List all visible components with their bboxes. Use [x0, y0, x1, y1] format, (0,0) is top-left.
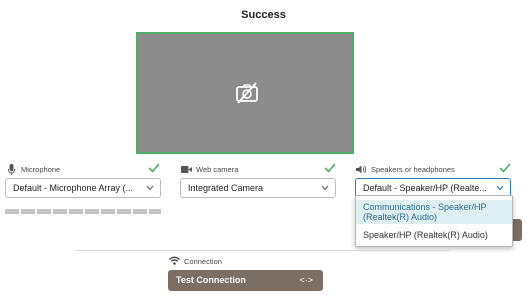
test-connection-label: Test Connection [176, 275, 246, 285]
video-camera-icon [181, 166, 192, 173]
chevron-down-icon [321, 185, 329, 191]
check-icon [148, 163, 160, 173]
webcam-label: Web camera [196, 165, 239, 174]
webcam-select[interactable]: Integrated Camera [180, 178, 336, 198]
microphone-select[interactable]: Default - Microphone Array (... [5, 178, 161, 198]
microphone-label: Microphone [21, 165, 61, 174]
connection-label: Connection [184, 257, 222, 266]
speaker-icon [356, 165, 367, 174]
webcam-select-value: Integrated Camera [188, 183, 264, 193]
speakers-option[interactable]: Communications - Speaker/HP (Realtek(R) … [356, 200, 512, 224]
microphone-icon [8, 164, 15, 175]
wifi-icon [169, 256, 180, 265]
code-arrows-icon: <·> [299, 275, 313, 285]
test-connection-button[interactable]: Test Connection <·> [168, 270, 323, 291]
divider [75, 250, 450, 251]
speakers-select-value: Default - Speaker/HP (Realte... [363, 183, 487, 193]
speakers-dropdown-list: Communications - Speaker/HP (Realtek(R) … [355, 195, 513, 247]
mic-level-meter [5, 209, 161, 214]
camera-off-icon [236, 82, 258, 104]
chevron-down-icon [496, 185, 504, 191]
page-title: Success [241, 9, 286, 21]
speakers-label: Speakers or headphones [371, 165, 455, 174]
check-icon [499, 163, 511, 173]
check-icon [324, 163, 336, 173]
speakers-option[interactable]: Speaker/HP (Realtek(R) Audio) [356, 228, 512, 242]
chevron-down-icon [146, 185, 154, 191]
camera-preview [136, 32, 354, 154]
microphone-select-value: Default - Microphone Array (... [13, 183, 134, 193]
